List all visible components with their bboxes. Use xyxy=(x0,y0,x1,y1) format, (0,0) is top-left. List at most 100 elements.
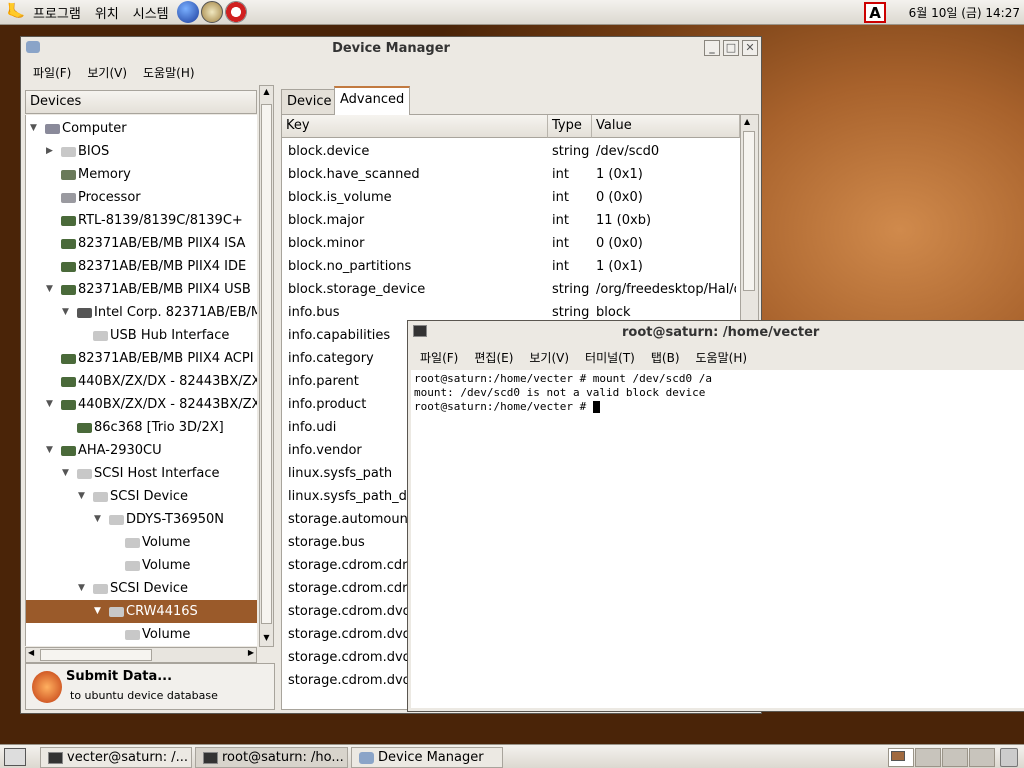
dm-titlebar[interactable]: Device Manager _ □ ✕ xyxy=(21,37,761,59)
top-panel: 🦶 프로그램 위치 시스템 A 6월 10일 (금) 14:27 xyxy=(0,0,1024,25)
tree-node[interactable]: ▼ SCSI Device xyxy=(26,577,257,600)
menu-help[interactable]: 도움말(H) xyxy=(135,64,203,81)
table-row[interactable]: block.minor int 0 (0x0) xyxy=(282,232,742,255)
tree-node[interactable]: 82371AB/EB/MB PIIX4 IDE xyxy=(26,255,257,278)
submit-data-button[interactable]: Submit Data... to ubuntu device database xyxy=(25,663,275,710)
table-row[interactable]: block.have_scanned int 1 (0x1) xyxy=(282,163,742,186)
workspace-3[interactable] xyxy=(942,748,968,767)
table-row[interactable]: block.is_volume int 0 (0x0) xyxy=(282,186,742,209)
tree-node-label: 82371AB/EB/MB PIIX4 USB xyxy=(78,282,251,297)
term-menu-terminal[interactable]: 터미널(T) xyxy=(577,349,643,366)
tree-node[interactable]: ▼ SCSI Device xyxy=(26,485,257,508)
chip-icon xyxy=(109,607,124,617)
workspace-2[interactable] xyxy=(915,748,941,767)
menu-view[interactable]: 보기(V) xyxy=(79,64,135,81)
expander-open-icon[interactable]: ▼ xyxy=(62,462,69,485)
workspace-1[interactable] xyxy=(888,748,914,767)
gnome-foot-icon[interactable]: 🦶 xyxy=(6,2,26,22)
term-menu-view[interactable]: 보기(V) xyxy=(521,349,577,366)
devices-header[interactable]: Devices xyxy=(25,90,257,114)
show-desktop-icon[interactable] xyxy=(4,748,26,766)
terminal-output[interactable]: root@saturn:/home/vecter # mount /dev/sc… xyxy=(411,370,1024,708)
close-button[interactable]: ✕ xyxy=(742,40,758,56)
menu-applications[interactable]: 프로그램 xyxy=(26,3,88,22)
web-browser-icon[interactable] xyxy=(176,1,199,23)
tree-node[interactable]: ▼ CRW4416S xyxy=(26,600,257,623)
col-key[interactable]: Key xyxy=(282,115,548,138)
maximize-button[interactable]: □ xyxy=(723,40,739,56)
terminal-menubar: 파일(F) 편집(E) 보기(V) 터미널(T) 탭(B) 도움말(H) xyxy=(412,345,1024,369)
cell-type: int xyxy=(552,236,569,251)
scroll-up-icon[interactable]: ▲ xyxy=(744,117,750,126)
tree-node[interactable]: Volume xyxy=(26,554,257,577)
workspace-4[interactable] xyxy=(969,748,995,767)
tree-node[interactable]: Processor xyxy=(26,186,257,209)
tree-node[interactable]: Volume xyxy=(26,531,257,554)
card-icon xyxy=(61,354,76,364)
scroll-thumb[interactable] xyxy=(743,131,755,291)
term-menu-edit[interactable]: 편집(E) xyxy=(466,349,521,366)
chip-icon xyxy=(61,147,76,157)
tree-node[interactable]: ▼ Computer xyxy=(26,117,257,140)
tree-node[interactable]: 440BX/ZX/DX - 82443BX/ZX xyxy=(26,370,257,393)
hscroll-thumb[interactable] xyxy=(40,649,152,661)
expander-open-icon[interactable]: ▼ xyxy=(94,508,101,531)
tree-node[interactable]: Volume xyxy=(26,623,257,646)
menu-places[interactable]: 위치 xyxy=(88,3,126,22)
scroll-up-icon[interactable]: ▲ xyxy=(261,87,272,99)
table-row[interactable]: block.storage_device string/org/freedeskt… xyxy=(282,278,742,301)
card-icon xyxy=(61,216,76,226)
scroll-down-icon[interactable]: ▼ xyxy=(261,633,272,645)
term-menu-tabs[interactable]: 탭(B) xyxy=(643,349,688,366)
tree-node[interactable]: ▼ DDYS-T36950N xyxy=(26,508,257,531)
chip-icon xyxy=(93,584,108,594)
menu-file[interactable]: 파일(F) xyxy=(25,64,79,81)
expander-open-icon[interactable]: ▼ xyxy=(46,393,53,416)
tree-node[interactable]: RTL-8139/8139C/8139C+ xyxy=(26,209,257,232)
scroll-right-icon[interactable]: ▶ xyxy=(248,648,254,657)
tree-node[interactable]: 82371AB/EB/MB PIIX4 ACPI xyxy=(26,347,257,370)
tree-node[interactable]: 86c368 [Trio 3D/2X] xyxy=(26,416,257,439)
tree-node[interactable]: USB Hub Interface xyxy=(26,324,257,347)
cell-type: int xyxy=(552,259,569,274)
expander-open-icon[interactable]: ▼ xyxy=(78,577,85,600)
table-row[interactable]: block.major int 11 (0xb) xyxy=(282,209,742,232)
expander-open-icon[interactable]: ▼ xyxy=(62,301,69,324)
trash-icon[interactable] xyxy=(1000,748,1018,767)
col-value[interactable]: Value xyxy=(592,115,740,138)
help-icon[interactable] xyxy=(224,1,247,23)
tree-horizontal-scrollbar[interactable]: ◀ ▶ xyxy=(25,647,257,663)
term-menu-file[interactable]: 파일(F) xyxy=(412,349,466,366)
expander-open-icon[interactable]: ▼ xyxy=(78,485,85,508)
col-type[interactable]: Type xyxy=(548,115,592,138)
terminal-titlebar[interactable]: root@saturn: /home/vecter xyxy=(408,321,1024,343)
tab-advanced[interactable]: Advanced xyxy=(334,86,411,115)
expander-open-icon[interactable]: ▼ xyxy=(94,600,101,623)
expander-open-icon[interactable]: ▼ xyxy=(46,278,53,301)
table-row[interactable]: block.no_partitions int 1 (0x1) xyxy=(282,255,742,278)
tree-node[interactable]: Memory xyxy=(26,163,257,186)
tree-node[interactable]: ▶ BIOS xyxy=(26,140,257,163)
expander-closed-icon[interactable]: ▶ xyxy=(46,140,53,163)
keyboard-indicator[interactable]: A xyxy=(864,2,886,23)
expander-open-icon[interactable]: ▼ xyxy=(30,117,37,140)
table-row[interactable]: block.device string/dev/scd0 xyxy=(282,140,742,163)
tree-node[interactable]: ▼ 440BX/ZX/DX - 82443BX/ZX xyxy=(26,393,257,416)
tree-vertical-scrollbar[interactable]: ▲ ▼ xyxy=(259,85,274,647)
expander-open-icon[interactable]: ▼ xyxy=(46,439,53,462)
scroll-left-icon[interactable]: ◀ xyxy=(28,648,34,657)
mail-icon[interactable] xyxy=(200,1,223,23)
tree-node[interactable]: ▼ AHA-2930CU xyxy=(26,439,257,462)
tab-device[interactable]: Device xyxy=(281,89,338,115)
tree-node[interactable]: ▼ SCSI Host Interface xyxy=(26,462,257,485)
tree-node[interactable]: 82371AB/EB/MB PIIX4 ISA xyxy=(26,232,257,255)
tree-node[interactable]: ▼ 82371AB/EB/MB PIIX4 USB xyxy=(26,278,257,301)
minimize-button[interactable]: _ xyxy=(704,40,720,56)
chip-icon xyxy=(93,492,108,502)
term-menu-help[interactable]: 도움말(H) xyxy=(688,349,756,366)
tree-node[interactable]: ▼ Intel Corp. 82371AB/EB/M xyxy=(26,301,257,324)
scroll-thumb[interactable] xyxy=(261,104,272,624)
menu-system[interactable]: 시스템 xyxy=(126,3,176,22)
clock[interactable]: 6월 10일 (금) 14:27 xyxy=(909,4,1020,21)
chip-icon xyxy=(125,630,140,640)
